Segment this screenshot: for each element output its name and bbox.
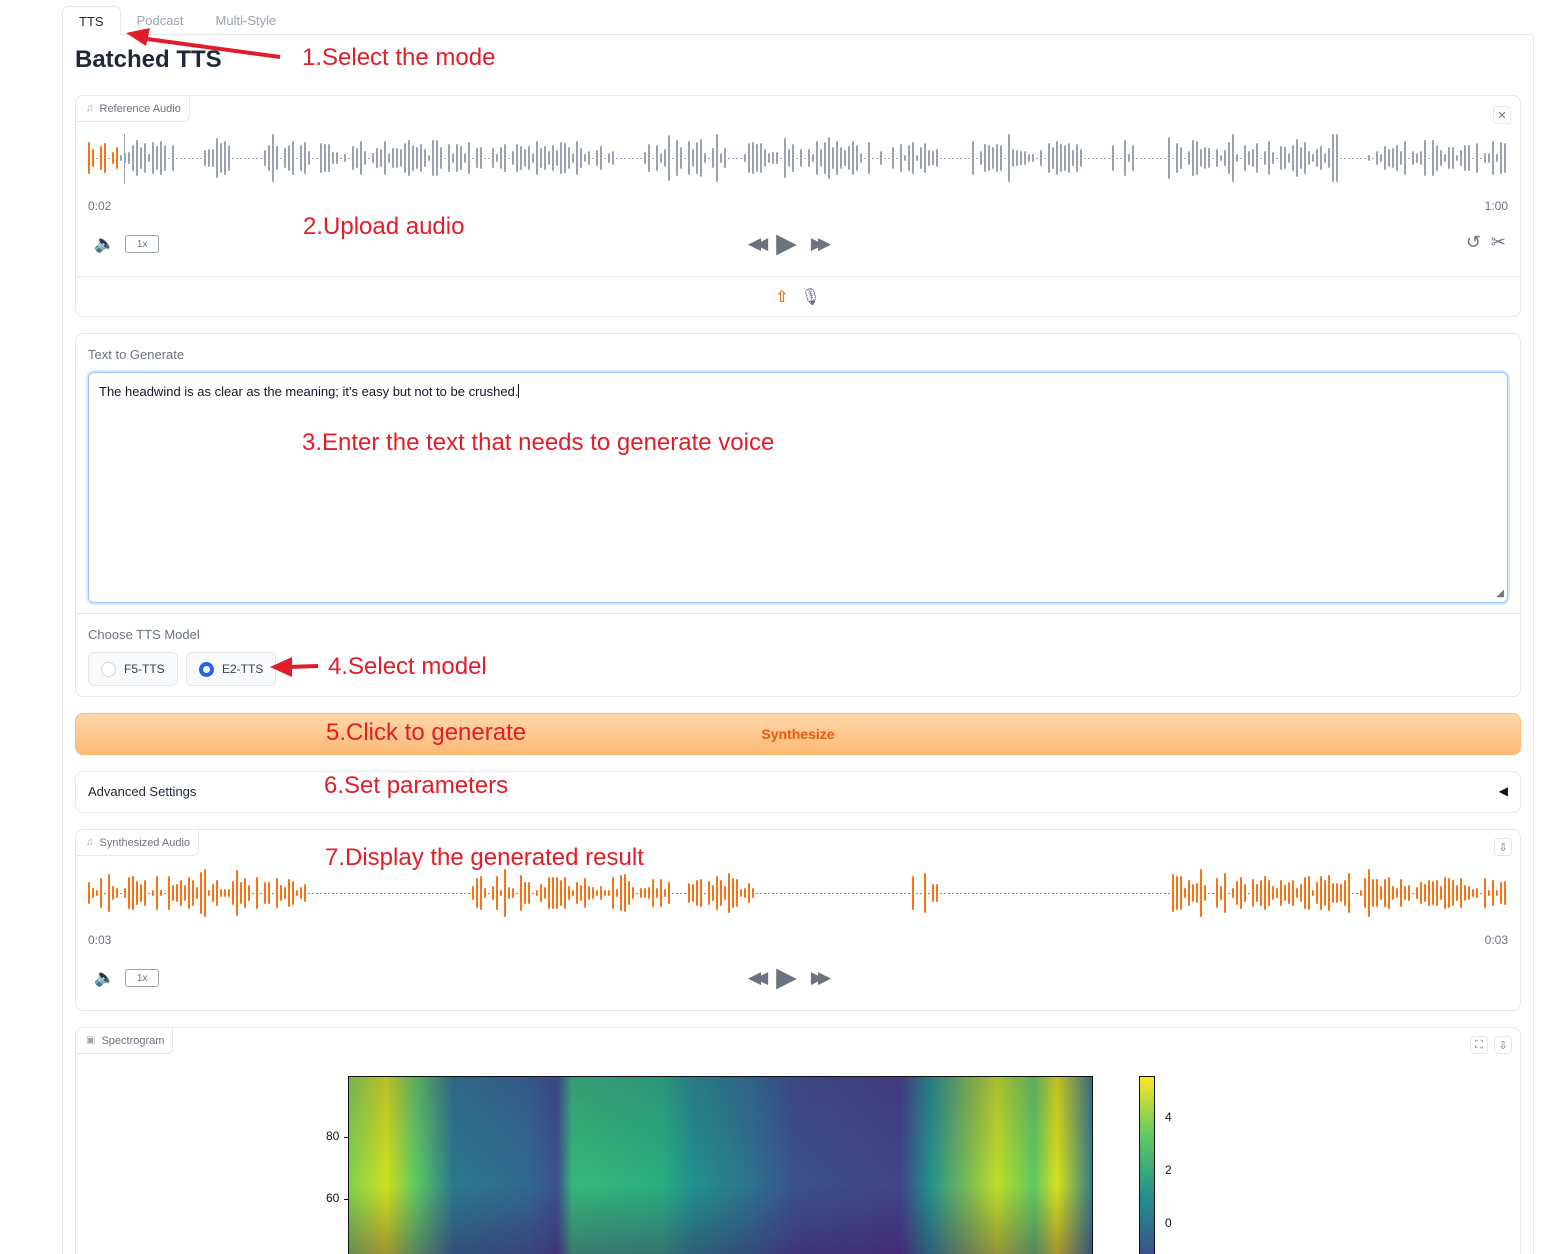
annotation-step-3: 3.Enter the text that needs to generate … — [302, 429, 775, 456]
annotation-arrows — [126, 28, 319, 677]
annotation-step-6: 6.Set parameters — [324, 772, 509, 799]
arrow-head — [126, 28, 150, 46]
annotation-step-1: 1.Select the mode — [302, 44, 496, 71]
arrow-head — [270, 657, 292, 677]
annotation-step-4: 4.Select model — [328, 653, 487, 680]
annotation-step-2: 2.Upload audio — [303, 213, 465, 240]
annotation-step-5: 5.Click to generate — [326, 719, 527, 746]
annotation-step-7: 7.Display the generated result — [325, 844, 644, 871]
tab-tts[interactable]: TTS — [62, 6, 121, 35]
